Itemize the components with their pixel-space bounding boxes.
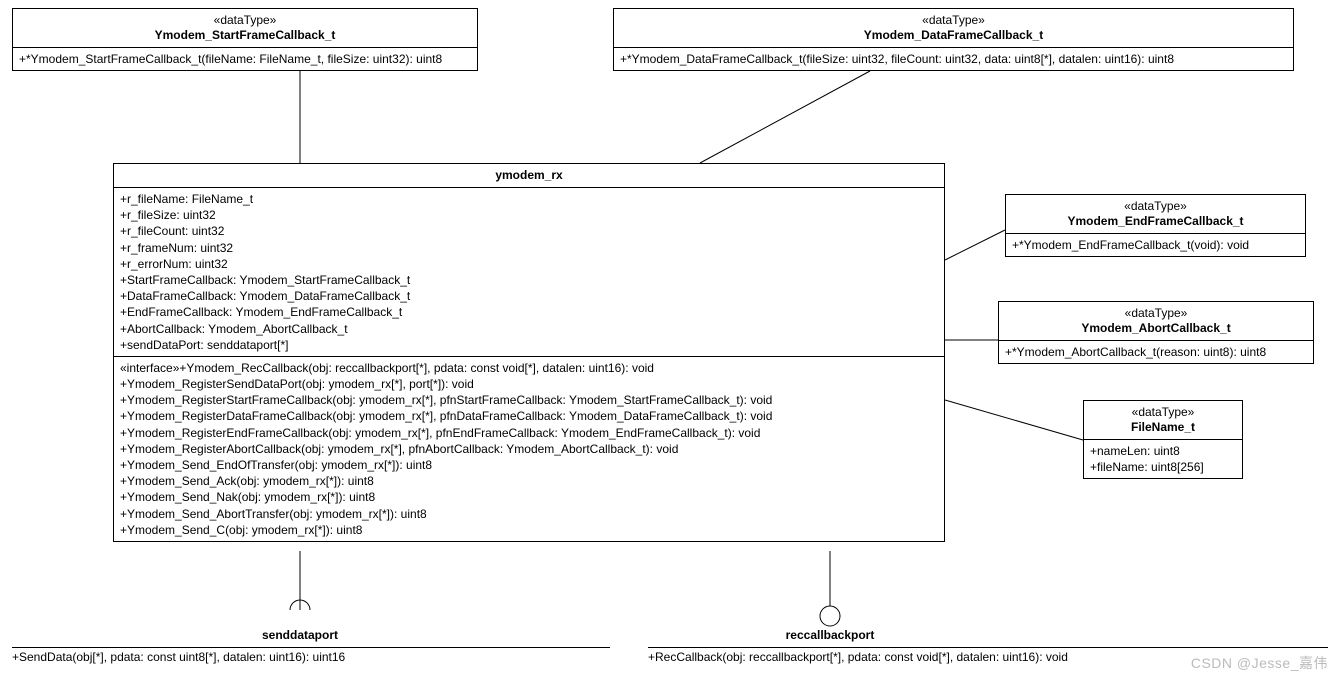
operation: «interface»+Ymodem_RecCallback(obj: recc… xyxy=(120,360,938,376)
operation: +Ymodem_RegisterAbortCallback(obj: ymode… xyxy=(120,441,938,457)
operation: +Ymodem_RegisterSendDataPort(obj: ymodem… xyxy=(120,376,938,392)
attribute: +r_fileCount: uint32 xyxy=(120,223,938,239)
class-abort-callback: «dataType» Ymodem_AbortCallback_t +*Ymod… xyxy=(998,301,1314,364)
attribute: +r_frameNum: uint32 xyxy=(120,240,938,256)
operation: +*Ymodem_StartFrameCallback_t(fileName: … xyxy=(19,51,471,67)
operations: +*Ymodem_StartFrameCallback_t(fileName: … xyxy=(13,48,477,70)
class-filename: «dataType» FileName_t +nameLen: uint8 +f… xyxy=(1083,400,1243,479)
attribute: +AbortCallback: Ymodem_AbortCallback_t xyxy=(120,321,938,337)
interface-senddataport-label: senddataport xyxy=(225,628,375,642)
class-start-frame-callback: «dataType» Ymodem_StartFrameCallback_t +… xyxy=(12,8,478,71)
attribute: +fileName: uint8[256] xyxy=(1090,459,1236,475)
attribute: +DataFrameCallback: Ymodem_DataFrameCall… xyxy=(120,288,938,304)
operation: +SendData(obj[*], pdata: const uint8[*],… xyxy=(12,650,610,664)
stereotype: «dataType» xyxy=(19,13,471,28)
operation: +Ymodem_RegisterEndFrameCallback(obj: ym… xyxy=(120,425,938,441)
class-end-frame-callback: «dataType» Ymodem_EndFrameCallback_t +*Y… xyxy=(1005,194,1306,257)
class-header: «dataType» Ymodem_DataFrameCallback_t xyxy=(614,9,1293,48)
interface-senddataport-ops: +SendData(obj[*], pdata: const uint8[*],… xyxy=(12,647,610,664)
class-header: «dataType» Ymodem_EndFrameCallback_t xyxy=(1006,195,1305,234)
class-header: «dataType» FileName_t xyxy=(1084,401,1242,440)
operation: +Ymodem_RegisterDataFrameCallback(obj: y… xyxy=(120,408,938,424)
stereotype: «dataType» xyxy=(1012,199,1299,214)
operation: +Ymodem_Send_Nak(obj: ymodem_rx[*]): uin… xyxy=(120,489,938,505)
class-data-frame-callback: «dataType» Ymodem_DataFrameCallback_t +*… xyxy=(613,8,1294,71)
attribute: +r_fileSize: uint32 xyxy=(120,207,938,223)
attribute: +StartFrameCallback: Ymodem_StartFrameCa… xyxy=(120,272,938,288)
operations: +*Ymodem_EndFrameCallback_t(void): void xyxy=(1006,234,1305,256)
class-name: Ymodem_StartFrameCallback_t xyxy=(19,28,471,43)
operation: +*Ymodem_EndFrameCallback_t(void): void xyxy=(1012,237,1299,253)
attribute: +EndFrameCallback: Ymodem_EndFrameCallba… xyxy=(120,304,938,320)
stereotype: «dataType» xyxy=(1005,306,1307,321)
operation: +*Ymodem_AbortCallback_t(reason: uint8):… xyxy=(1005,344,1307,360)
operation: +Ymodem_Send_Ack(obj: ymodem_rx[*]): uin… xyxy=(120,473,938,489)
operations: +*Ymodem_AbortCallback_t(reason: uint8):… xyxy=(999,341,1313,363)
attribute: +sendDataPort: senddataport[*] xyxy=(120,337,938,353)
operation: +Ymodem_Send_AbortTransfer(obj: ymodem_r… xyxy=(120,506,938,522)
attributes: +nameLen: uint8 +fileName: uint8[256] xyxy=(1084,440,1242,478)
stereotype: «dataType» xyxy=(620,13,1287,28)
class-header: «dataType» Ymodem_StartFrameCallback_t xyxy=(13,9,477,48)
class-name: Ymodem_EndFrameCallback_t xyxy=(1012,214,1299,229)
attributes: +r_fileName: FileName_t+r_fileSize: uint… xyxy=(114,188,944,356)
class-name: ymodem_rx xyxy=(495,168,562,182)
class-header: «dataType» Ymodem_AbortCallback_t xyxy=(999,302,1313,341)
class-name: FileName_t xyxy=(1090,420,1236,435)
class-name: Ymodem_DataFrameCallback_t xyxy=(620,28,1287,43)
class-name: Ymodem_AbortCallback_t xyxy=(1005,321,1307,336)
class-ymodem-rx: ymodem_rx +r_fileName: FileName_t+r_file… xyxy=(113,163,945,542)
interface-reccallbackport-label: reccallbackport xyxy=(745,628,915,642)
operations: «interface»+Ymodem_RecCallback(obj: recc… xyxy=(114,356,944,541)
operations: +*Ymodem_DataFrameCallback_t(fileSize: u… xyxy=(614,48,1293,70)
attribute: +r_errorNum: uint32 xyxy=(120,256,938,272)
operation: +*Ymodem_DataFrameCallback_t(fileSize: u… xyxy=(620,51,1287,67)
operation: +Ymodem_Send_EndOfTransfer(obj: ymodem_r… xyxy=(120,457,938,473)
operation: +Ymodem_RegisterStartFrameCallback(obj: … xyxy=(120,392,938,408)
attribute: +r_fileName: FileName_t xyxy=(120,191,938,207)
class-header: ymodem_rx xyxy=(114,164,944,188)
operation: +Ymodem_Send_C(obj: ymodem_rx[*]): uint8 xyxy=(120,522,938,538)
attribute: +nameLen: uint8 xyxy=(1090,443,1236,459)
watermark: CSDN @Jesse_嘉伟 xyxy=(1191,653,1328,673)
stereotype: «dataType» xyxy=(1090,405,1236,420)
